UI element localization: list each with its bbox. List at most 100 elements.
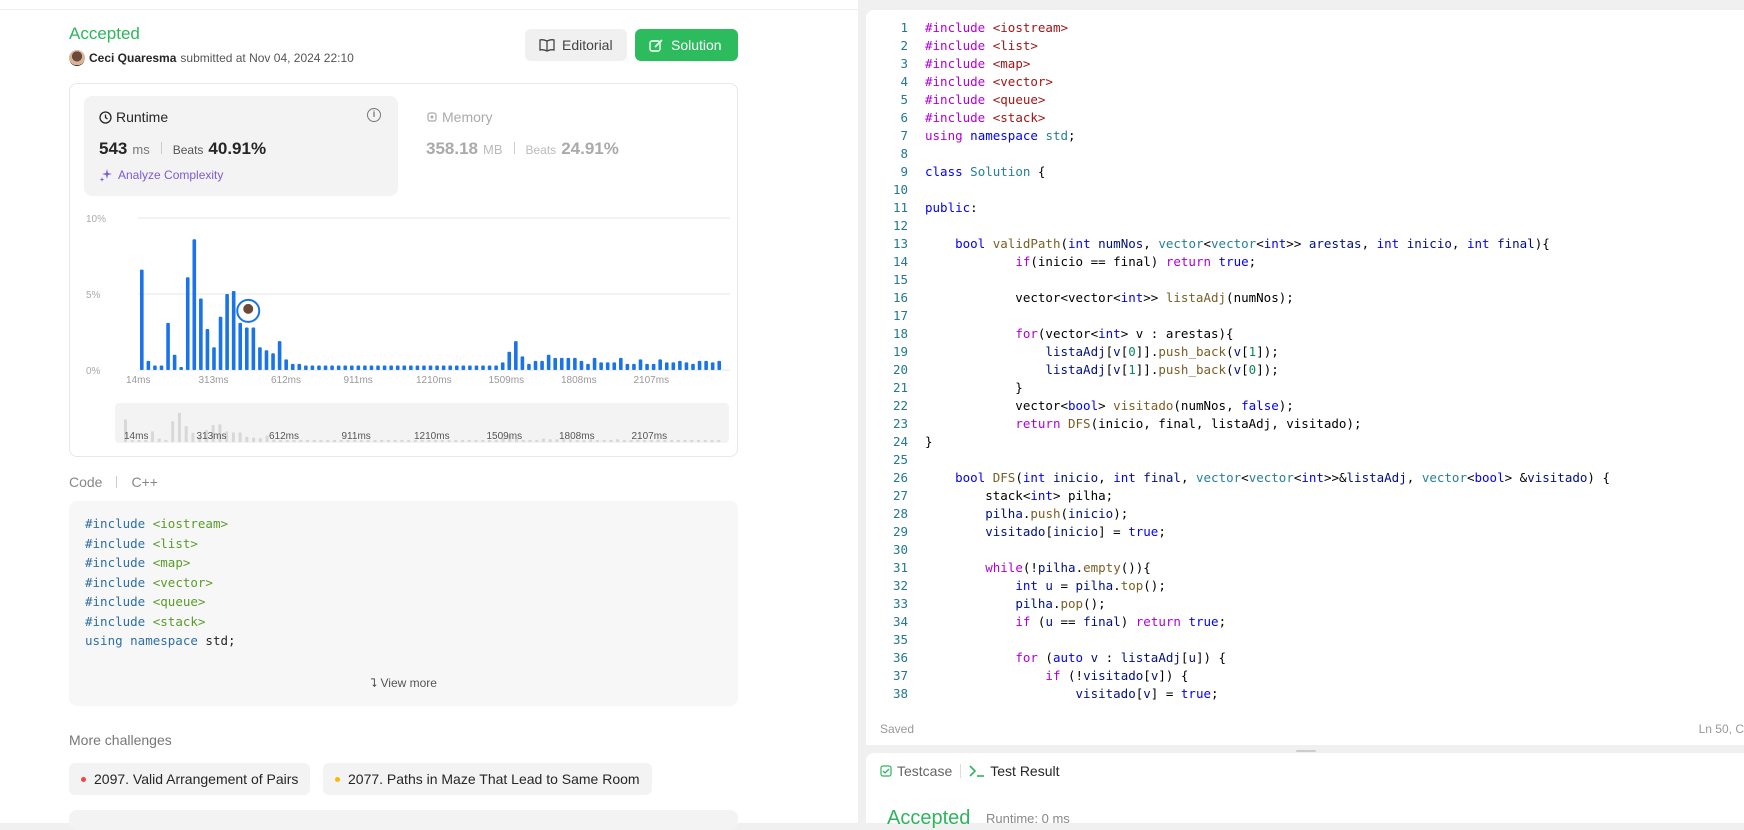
code-line: bool validPath(int numNos, vector<vector… [955, 236, 1550, 251]
tab-testcase[interactable]: Testcase [880, 763, 952, 779]
overview-bar [184, 426, 188, 442]
code-line: #include <map> [85, 555, 191, 570]
line-number: 23 [892, 416, 908, 431]
bar [192, 239, 197, 370]
submission-panel: Accepted Ceci Quaresma submitted at Nov … [0, 0, 858, 830]
bar [172, 354, 177, 370]
bar [382, 365, 387, 370]
bar [317, 365, 321, 370]
memory-values: 358.18 MB Beats 24.91% [426, 139, 619, 159]
bar [704, 360, 708, 370]
code-line: stack<int> pilha; [925, 488, 1114, 503]
bar [664, 362, 669, 370]
checkbox-icon [880, 765, 892, 777]
vertical-splitter[interactable] [858, 0, 866, 823]
overview-bar [690, 440, 694, 442]
bar [363, 365, 367, 370]
overview-bar [380, 440, 384, 442]
code-line: visitado[inicio] = true; [985, 524, 1166, 539]
bar [349, 365, 354, 370]
runtime-stat[interactable]: Runtime i 543 ms Beats 40.91% Analyze Co… [84, 96, 398, 196]
tab-test-result[interactable]: Test Result [969, 763, 1060, 779]
bar [566, 357, 571, 370]
bar [389, 365, 393, 370]
overview-bar [481, 440, 485, 442]
divider [160, 142, 162, 154]
bar [632, 363, 636, 370]
overview-bar [535, 439, 539, 442]
line-number: 11 [892, 200, 908, 215]
memory-unit: MB [483, 142, 503, 157]
overview-bar [252, 437, 256, 442]
overview-bar [541, 438, 545, 442]
editorial-button[interactable]: Editorial [525, 29, 627, 61]
runtime-distribution-chart[interactable]: 10% 5% 0% 14ms 313ms 612ms 911ms 1210ms 1509ms 18… [84, 203, 734, 453]
memory-beats-label: Beats [525, 143, 557, 157]
code-line: if (!visitado[v]) { [1045, 668, 1189, 683]
overview-tick-label: 911ms [342, 431, 371, 442]
bar [343, 365, 348, 370]
tab-testcase-label: Testcase [897, 763, 953, 779]
info-icon[interactable]: i [367, 108, 381, 122]
code-editor[interactable]: #include <iostream> #include <list> #inc… [866, 10, 1744, 745]
code-line: return DFS(inicio, final, listaAdj, visi… [1015, 416, 1362, 431]
overview-bar [555, 439, 559, 442]
code-language: C++ [131, 474, 158, 490]
line-number: 5 [900, 92, 908, 107]
overview-bar [332, 440, 336, 442]
bar [277, 341, 282, 370]
runtime-label: Runtime [116, 109, 169, 125]
bar [520, 356, 525, 370]
y-tick-label: 5% [86, 290, 101, 301]
overview-bar [319, 440, 323, 442]
overview-bar [616, 439, 620, 442]
author-name[interactable]: Ceci Quaresma [89, 51, 176, 65]
bar [468, 365, 472, 370]
code-line: for(vector<int> v : arestas){ [1015, 326, 1234, 341]
bar [441, 365, 446, 370]
bar [514, 341, 518, 370]
splitter-grip[interactable] [1296, 750, 1316, 752]
overview-tick-label: 313ms [197, 431, 227, 442]
bar [605, 362, 610, 370]
bar [638, 359, 643, 370]
bar [297, 363, 302, 370]
book-icon [539, 39, 555, 52]
bar [540, 360, 544, 370]
overview-bar [326, 440, 330, 442]
challenge-link[interactable]: 2077. Paths in Maze That Lead to Same Ro… [323, 763, 652, 795]
overview-bar [521, 440, 525, 442]
panel-top-border [0, 0, 858, 10]
line-number: 33 [892, 596, 908, 611]
bar [619, 357, 623, 370]
bar [651, 363, 656, 370]
x-tick-label: 14ms [126, 375, 150, 386]
view-more-button[interactable]: ⮧ View more [69, 676, 738, 691]
bar [579, 360, 584, 370]
analyze-complexity-link[interactable]: Analyze Complexity [99, 168, 223, 182]
bar [212, 347, 216, 370]
solution-button[interactable]: Solution [635, 29, 738, 61]
bar [356, 365, 361, 370]
overview-bar [710, 440, 714, 442]
challenge-link[interactable]: 2097. Valid Arrangement of Pairs [69, 763, 311, 795]
avatar[interactable] [69, 50, 85, 66]
line-number: 8 [900, 146, 908, 161]
line-number: 29 [892, 524, 908, 539]
code-line: pilha.pop(); [1015, 596, 1106, 611]
overview-bar [191, 432, 195, 442]
overview-bar [373, 440, 377, 442]
code-line: #include <list> [925, 38, 1038, 53]
bar [573, 357, 577, 370]
tab-test-result-label: Test Result [990, 763, 1060, 779]
bar [395, 365, 400, 370]
bar [592, 357, 597, 370]
line-number: 35 [892, 632, 908, 647]
result-tabs: Testcase Test Result [880, 763, 1060, 779]
line-number: 34 [892, 614, 908, 629]
chart-svg[interactable]: 10% 5% 0% 14ms 313ms 612ms 911ms 1210ms 1509ms 18… [84, 203, 734, 453]
editorial-label: Editorial [562, 37, 613, 53]
overview-bar [177, 412, 181, 442]
memory-stat[interactable]: Memory [426, 109, 493, 125]
code-line: using namespace std; [85, 633, 236, 648]
